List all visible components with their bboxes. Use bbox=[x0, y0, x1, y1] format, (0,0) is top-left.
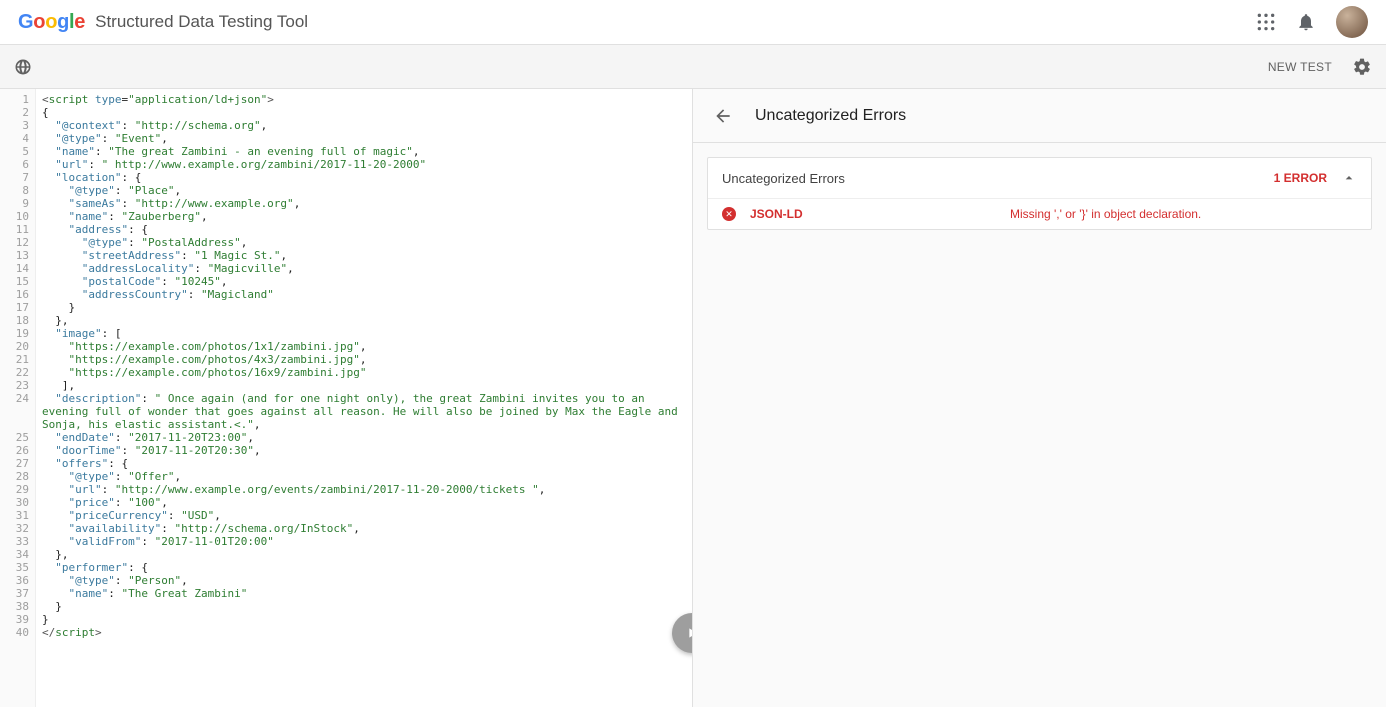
new-test-button[interactable]: NEW TEST bbox=[1268, 60, 1332, 74]
code-line[interactable]: "addressLocality": "Magicville", bbox=[42, 262, 692, 275]
line-number-gutter: 1234567✕89101112131415161718192021222324… bbox=[0, 89, 36, 707]
code-line[interactable]: "postalCode": "10245", bbox=[42, 275, 692, 288]
code-line[interactable]: } bbox=[42, 600, 692, 613]
code-line[interactable]: }, bbox=[42, 314, 692, 327]
back-arrow-icon[interactable] bbox=[713, 106, 733, 126]
code-line[interactable]: "availability": "http://schema.org/InSto… bbox=[42, 522, 692, 535]
code-line[interactable]: </script> bbox=[42, 626, 692, 639]
code-line[interactable]: "validFrom": "2017-11-01T20:00" bbox=[42, 535, 692, 548]
code-line[interactable]: "name": "The Great Zambini" bbox=[42, 587, 692, 600]
google-logo: Google bbox=[18, 11, 85, 34]
error-count: 1 ERROR bbox=[1274, 171, 1327, 185]
code-line[interactable]: "https://example.com/photos/1x1/zambini.… bbox=[42, 340, 692, 353]
code-line[interactable]: { bbox=[42, 106, 692, 119]
code-line[interactable]: "@type": "Event", bbox=[42, 132, 692, 145]
globe-icon[interactable] bbox=[14, 58, 32, 76]
code-line[interactable]: "name": "The great Zambini - an evening … bbox=[42, 145, 692, 158]
code-line[interactable]: "https://example.com/photos/4x3/zambini.… bbox=[42, 353, 692, 366]
code-content[interactable]: <script type="application/ld+json">{ "@c… bbox=[36, 89, 692, 707]
error-type: JSON-LD bbox=[750, 207, 1010, 221]
main-split: 1234567✕89101112131415161718192021222324… bbox=[0, 89, 1386, 707]
settings-icon[interactable] bbox=[1352, 57, 1372, 77]
results-pane: Uncategorized Errors Uncategorized Error… bbox=[693, 89, 1386, 707]
code-line[interactable]: <script type="application/ld+json"> bbox=[42, 93, 692, 106]
card-title: Uncategorized Errors bbox=[722, 171, 1274, 186]
error-message: Missing ',' or '}' in object declaration… bbox=[1010, 207, 1201, 221]
error-card-header[interactable]: Uncategorized Errors 1 ERROR bbox=[708, 158, 1371, 199]
code-line[interactable]: "@type": "PostalAddress", bbox=[42, 236, 692, 249]
account-avatar[interactable] bbox=[1336, 6, 1368, 38]
code-line[interactable]: "priceCurrency": "USD", bbox=[42, 509, 692, 522]
code-line[interactable]: "doorTime": "2017-11-20T20:30", bbox=[42, 444, 692, 457]
error-row[interactable]: ✕ JSON-LDMissing ',' or '}' in object dec… bbox=[708, 199, 1371, 229]
app-header: Google Structured Data Testing Tool bbox=[0, 0, 1386, 45]
code-line[interactable]: "streetAddress": "1 Magic St.", bbox=[42, 249, 692, 262]
header-controls bbox=[1256, 6, 1368, 38]
code-line[interactable]: }, bbox=[42, 548, 692, 561]
code-editor-pane: 1234567✕89101112131415161718192021222324… bbox=[0, 89, 693, 707]
code-line[interactable]: "offers": { bbox=[42, 457, 692, 470]
code-line[interactable]: "image": [ bbox=[42, 327, 692, 340]
code-line[interactable]: "performer": { bbox=[42, 561, 692, 574]
code-line[interactable]: ], bbox=[42, 379, 692, 392]
chevron-up-icon[interactable] bbox=[1341, 170, 1357, 186]
code-line[interactable]: "@type": "Place", bbox=[42, 184, 692, 197]
code-line[interactable]: "url": "http://www.example.org/events/za… bbox=[42, 483, 692, 496]
code-line[interactable]: "description": " Once again (and for one… bbox=[42, 392, 692, 431]
code-line[interactable]: "price": "100", bbox=[42, 496, 692, 509]
code-line[interactable]: "name": "Zauberberg", bbox=[42, 210, 692, 223]
code-editor[interactable]: 1234567✕89101112131415161718192021222324… bbox=[0, 89, 692, 707]
code-line[interactable]: "@type": "Person", bbox=[42, 574, 692, 587]
code-line[interactable]: "addressCountry": "Magicland" bbox=[42, 288, 692, 301]
error-icon: ✕ bbox=[722, 207, 736, 221]
results-header: Uncategorized Errors bbox=[693, 89, 1386, 143]
code-line[interactable]: } bbox=[42, 301, 692, 314]
code-line[interactable]: "address": { bbox=[42, 223, 692, 236]
notifications-icon[interactable] bbox=[1296, 12, 1316, 32]
code-line[interactable]: "sameAs": "http://www.example.org", bbox=[42, 197, 692, 210]
app-title: Structured Data Testing Tool bbox=[95, 12, 308, 32]
results-title: Uncategorized Errors bbox=[755, 107, 906, 125]
code-line[interactable]: "https://example.com/photos/16x9/zambini… bbox=[42, 366, 692, 379]
apps-grid-icon[interactable] bbox=[1256, 12, 1276, 32]
play-icon bbox=[684, 625, 693, 641]
code-line[interactable]: "@context": "http://schema.org", bbox=[42, 119, 692, 132]
error-card: Uncategorized Errors 1 ERROR ✕ JSON-LDMis… bbox=[707, 157, 1372, 230]
code-line[interactable]: "@type": "Offer", bbox=[42, 470, 692, 483]
code-line[interactable]: "location": { bbox=[42, 171, 692, 184]
code-line[interactable]: "endDate": "2017-11-20T23:00", bbox=[42, 431, 692, 444]
toolbar: NEW TEST bbox=[0, 45, 1386, 89]
code-line[interactable]: "url": " http://www.example.org/zambini/… bbox=[42, 158, 692, 171]
code-line[interactable]: } bbox=[42, 613, 692, 626]
